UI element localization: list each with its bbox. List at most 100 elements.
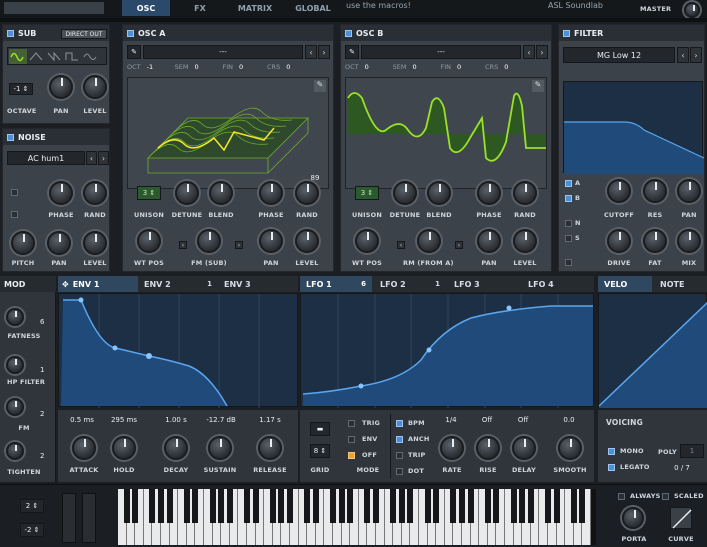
decay-value[interactable]: 1.00 s (156, 416, 196, 424)
noise-rand-knob[interactable] (83, 181, 107, 205)
tab-lfo-3[interactable]: LFO 3 (448, 276, 520, 292)
osc-b-next-arrow[interactable]: › (536, 45, 548, 59)
black-key[interactable] (269, 489, 276, 523)
rise-knob[interactable] (476, 436, 500, 460)
grid-value-field[interactable]: 8 ⇕ (310, 444, 330, 458)
osc-b-sem-value[interactable]: 0 (412, 63, 434, 75)
osc-a-level-knob[interactable] (295, 229, 319, 253)
filter-route-a-checkbox[interactable] (565, 180, 572, 187)
sustain-knob[interactable] (208, 436, 232, 460)
hold-knob[interactable] (112, 436, 136, 460)
pitch-up-field[interactable]: 2 ⇕ (20, 499, 44, 513)
smooth-value[interactable]: 0.0 (556, 416, 582, 424)
pitch-down-field[interactable]: -2 ⇕ (20, 523, 44, 537)
black-key[interactable] (278, 489, 285, 523)
black-key[interactable] (467, 489, 474, 523)
black-key[interactable] (123, 489, 130, 523)
black-key[interactable] (390, 489, 397, 523)
noise-preset-field[interactable]: AC hum1 (7, 151, 85, 165)
tab-env-2[interactable]: ENV 2 1 (140, 276, 218, 292)
lfo-graph[interactable] (300, 293, 594, 408)
tab-osc[interactable]: OSC (122, 0, 170, 16)
noise-enable-checkbox[interactable] (7, 133, 14, 141)
mono-checkbox[interactable] (608, 448, 615, 455)
osc-b-rm-prev-arrow[interactable]: ‹ (397, 241, 405, 249)
black-key[interactable] (553, 489, 560, 523)
filter-route-b-checkbox[interactable] (565, 195, 572, 202)
black-key[interactable] (407, 489, 414, 523)
black-key[interactable] (545, 489, 551, 523)
black-key[interactable] (304, 489, 311, 523)
osc-a-unison-field[interactable]: 3 ⇕ (137, 186, 161, 200)
delay-value[interactable]: Off (510, 416, 536, 424)
osc-b-enable-checkbox[interactable] (345, 29, 352, 37)
filter-mix-knob[interactable] (677, 229, 701, 253)
trig-mode-checkbox[interactable] (348, 420, 355, 427)
fatness-macro-knob[interactable] (6, 308, 24, 326)
filter-keytrack-checkbox[interactable] (565, 259, 572, 266)
octave-field[interactable]: -1 ⇕ (9, 83, 33, 95)
black-key[interactable] (450, 489, 457, 523)
black-key[interactable] (484, 489, 491, 523)
osc-b-crs-value[interactable]: 0 (504, 63, 526, 75)
osc-b-prev-arrow[interactable]: ‹ (523, 45, 535, 59)
tab-env-1[interactable]: ✥ ENV 1 (58, 276, 138, 292)
filter-response-display[interactable] (563, 81, 705, 174)
osc-b-unison-field[interactable]: 3 ⇕ (355, 186, 379, 200)
sub-enable-checkbox[interactable] (7, 29, 14, 37)
rate-value[interactable]: 1/4 (438, 416, 464, 424)
black-key[interactable] (287, 489, 293, 523)
osc-a-pencil-icon[interactable]: ✎ (314, 80, 326, 92)
osc-a-enable-checkbox[interactable] (127, 29, 134, 37)
attack-knob[interactable] (72, 436, 96, 460)
osc-a-next-arrow[interactable]: › (318, 45, 330, 59)
noise-bipolar-checkbox[interactable] (11, 211, 18, 218)
osc-b-edit-button[interactable]: ✎ (345, 45, 359, 59)
tab-matrix[interactable]: MATRIX (230, 0, 280, 16)
osc-a-wtpos-knob[interactable] (137, 229, 161, 253)
piano-keyboard[interactable] (118, 489, 596, 545)
dot-checkbox[interactable] (396, 468, 403, 475)
filter-next-arrow[interactable]: › (690, 47, 702, 63)
env-mode-checkbox[interactable] (348, 436, 355, 443)
osc-b-wavetable-name[interactable]: --- (361, 45, 521, 59)
attack-value[interactable]: 0.5 ms (62, 416, 102, 424)
smooth-knob[interactable] (558, 436, 582, 460)
black-key[interactable] (527, 489, 534, 523)
filter-drive-knob[interactable] (607, 229, 631, 253)
black-key[interactable] (579, 489, 586, 523)
osc-a-rand-knob[interactable] (295, 181, 319, 205)
decay-knob[interactable] (164, 436, 188, 460)
off-mode-checkbox[interactable] (348, 452, 355, 459)
osc-b-rm-knob[interactable] (417, 229, 441, 253)
filter-enable-checkbox[interactable] (563, 29, 570, 37)
osc-b-pan-knob[interactable] (477, 229, 501, 253)
black-key[interactable] (226, 489, 233, 523)
osc-b-phase-knob[interactable] (477, 181, 501, 205)
hp-filter-macro-knob[interactable] (6, 356, 24, 374)
osc-a-wavetable-display[interactable]: 89 ✎ (127, 77, 329, 189)
black-key[interactable] (570, 489, 577, 523)
black-key[interactable] (398, 489, 405, 523)
black-key[interactable] (424, 489, 431, 523)
tab-fx[interactable]: FX (178, 0, 222, 16)
filter-type-field[interactable]: MG Low 12 (563, 47, 675, 63)
black-key[interactable] (158, 489, 164, 523)
osc-a-blend-knob[interactable] (209, 181, 233, 205)
black-key[interactable] (510, 489, 517, 523)
filter-fat-knob[interactable] (643, 229, 667, 253)
black-key[interactable] (433, 489, 440, 523)
noise-pitch-knob[interactable] (11, 231, 35, 255)
black-key[interactable] (493, 489, 500, 523)
osc-a-edit-button[interactable]: ✎ (127, 45, 141, 59)
osc-b-pencil-icon[interactable]: ✎ (532, 80, 544, 92)
sub-pan-knob[interactable] (49, 75, 73, 99)
black-key[interactable] (312, 489, 319, 523)
osc-b-detune-knob[interactable] (393, 181, 417, 205)
env-1-drag-icon[interactable]: ✥ (62, 280, 69, 289)
osc-b-wavetable-display[interactable]: ✎ (345, 77, 547, 189)
black-key[interactable] (459, 489, 465, 523)
legato-checkbox[interactable] (608, 464, 615, 471)
hold-value[interactable]: 295 ms (104, 416, 144, 424)
grid-folder-icon[interactable]: ▬ (310, 422, 330, 436)
